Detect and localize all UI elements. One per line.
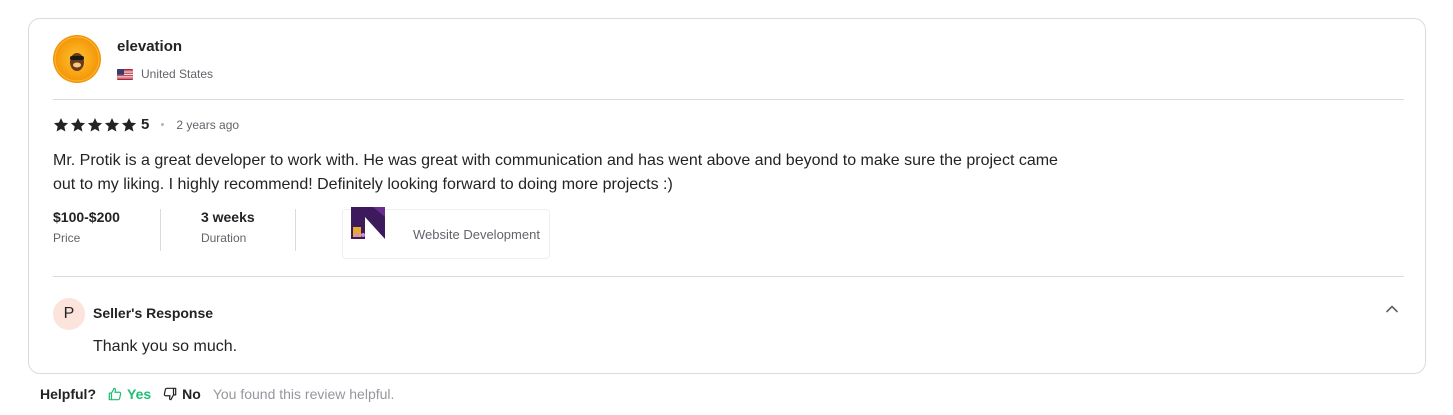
- helpful-question: Helpful?: [40, 386, 96, 402]
- review-text-line: out to my liking. I highly recommend! De…: [53, 176, 673, 193]
- seller-avatar: P: [53, 298, 85, 330]
- rating-row: 5 2 years ago: [53, 116, 239, 133]
- helpful-status: You found this review helpful.: [212, 386, 395, 402]
- star-icon: [53, 117, 69, 131]
- reviewer-avatar[interactable]: [53, 35, 101, 83]
- helpful-yes-button[interactable]: Yes: [108, 386, 151, 402]
- star-icon: [87, 117, 103, 131]
- star-icon: [104, 117, 120, 131]
- gig-label: Website Development: [413, 226, 540, 242]
- review-meta: $100-$200 Price 3 weeks Duration: [53, 209, 336, 251]
- thumbs-down-icon: [163, 387, 177, 401]
- review-text-line: Mr. Protik is a great developer to work …: [53, 152, 1058, 169]
- thumbs-up-icon: [108, 387, 122, 401]
- gig-thumbnail: [343, 207, 393, 269]
- helpful-row: Helpful? Yes No You found this review he…: [40, 386, 394, 402]
- review-card: elevation United States 5 2 years ago Mr…: [28, 18, 1426, 374]
- star-icon: [121, 117, 137, 131]
- review-body: Mr. Protik is a great developer to work …: [53, 149, 1163, 197]
- response-divider: [53, 276, 1404, 277]
- price-value: $100-$200: [53, 209, 120, 225]
- reviewer-country: United States: [117, 67, 213, 81]
- duration-value: 3 weeks: [200, 209, 255, 225]
- seller-response-text: Thank you so much.: [93, 338, 238, 355]
- gig-link[interactable]: Website Development: [342, 207, 550, 259]
- chevron-up-icon[interactable]: [1384, 301, 1400, 317]
- seller-avatar-letter: P: [63, 305, 75, 322]
- separator-dot: [161, 123, 165, 126]
- review-time: 2 years ago: [176, 117, 240, 132]
- price-info: $100-$200 Price: [53, 209, 161, 251]
- header-divider: [53, 99, 1404, 100]
- reviewer-username[interactable]: elevation: [117, 38, 182, 55]
- country-name: United States: [141, 67, 214, 81]
- duration-label: Duration: [200, 231, 247, 245]
- no-label: No: [182, 386, 201, 402]
- star-icon: [70, 117, 86, 131]
- star-rating: [53, 117, 137, 133]
- price-label: Price: [53, 231, 81, 245]
- duration-info: 3 weeks Duration: [201, 209, 296, 251]
- seller-response-title: Seller's Response: [93, 305, 214, 321]
- helpful-no-button[interactable]: No: [163, 386, 201, 402]
- rating-value: 5: [141, 116, 150, 133]
- us-flag-icon: [117, 68, 133, 80]
- yes-label: Yes: [127, 386, 152, 402]
